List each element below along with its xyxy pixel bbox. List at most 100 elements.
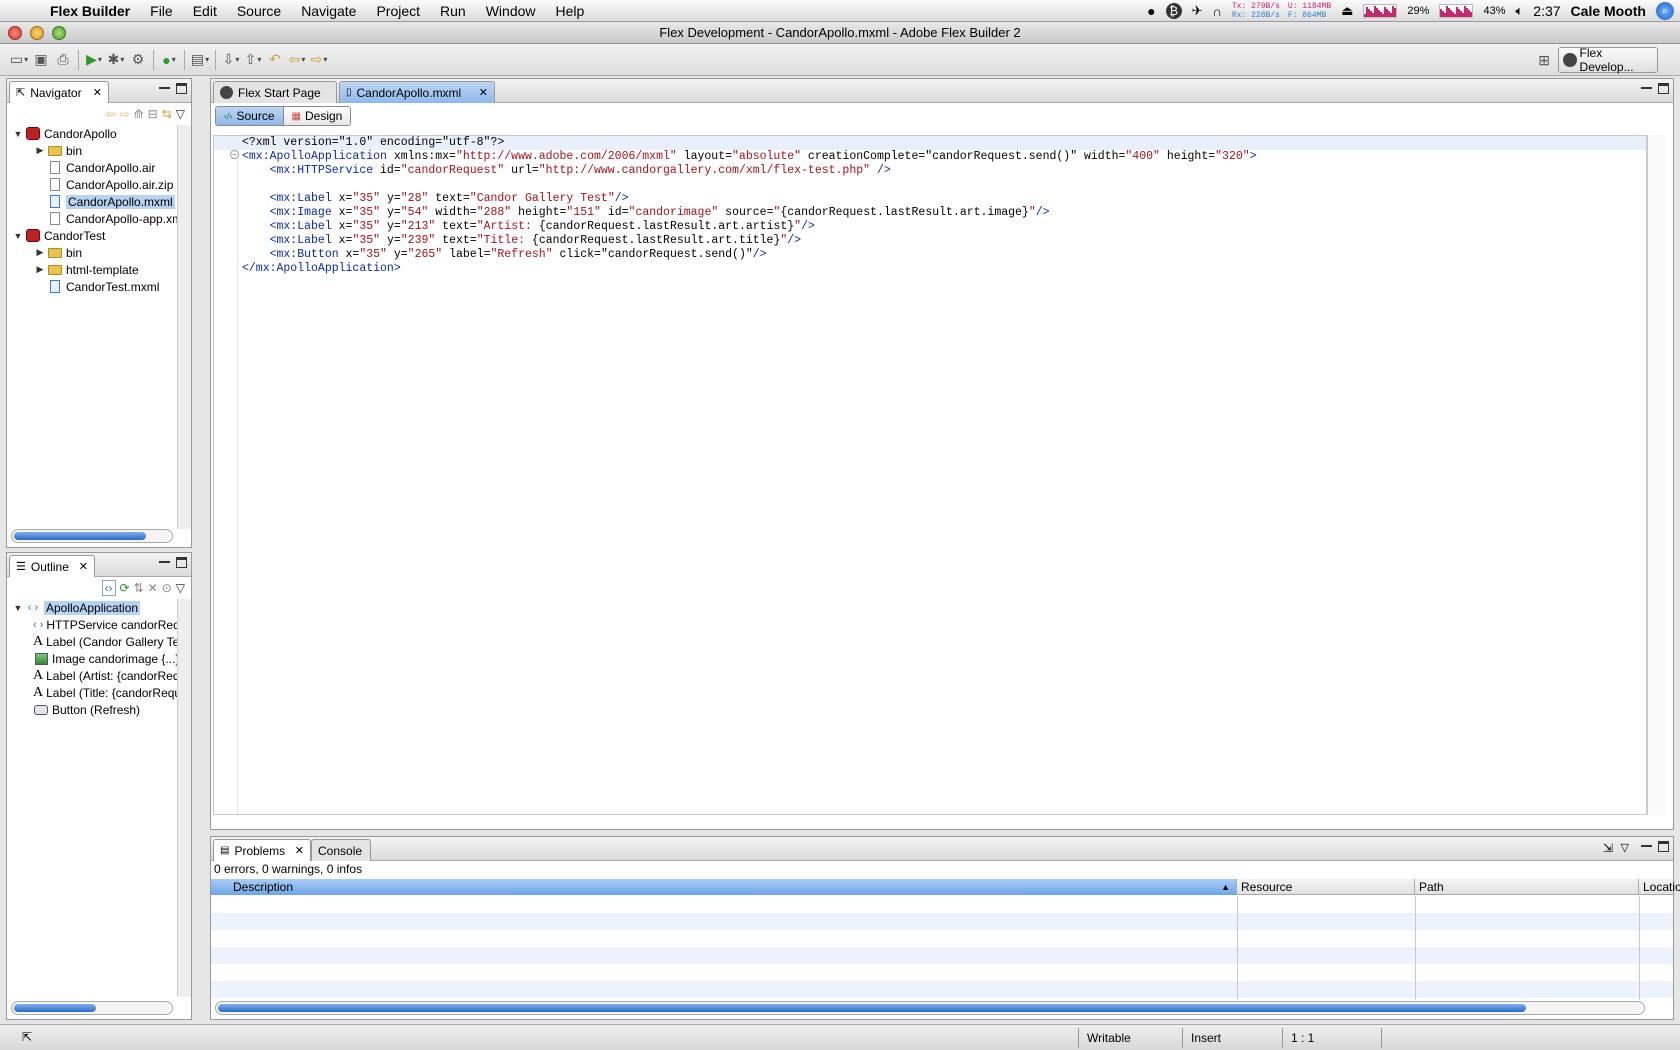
zoom-window-button[interactable]	[52, 26, 66, 40]
tab-outline[interactable]: ☰ Outline ✕	[9, 555, 95, 577]
lantern-icon[interactable]: ●	[1147, 3, 1155, 19]
view-menu-icon[interactable]: ▽	[176, 581, 185, 595]
collapse-all-icon[interactable]: ⊟	[148, 107, 158, 121]
sort-icon[interactable]: ⇅	[134, 581, 144, 595]
minimize-icon[interactable]	[1641, 83, 1652, 89]
perspective-switcher[interactable]: Flex Develop...	[1558, 46, 1658, 74]
close-icon[interactable]: ✕	[479, 86, 488, 99]
tree-item[interactable]: CandorApollo.air.zip	[7, 176, 191, 193]
menu-edit[interactable]: Edit	[183, 3, 227, 19]
tab-navigator[interactable]: ⇱ Navigator ✕	[9, 81, 109, 103]
tree-item[interactable]: ▼ CandorTest	[7, 227, 191, 244]
navigator-hscrollbar[interactable]	[11, 529, 173, 543]
column-path[interactable]: Path	[1415, 879, 1639, 895]
next-annotation-icon[interactable]: ⇩	[220, 49, 242, 71]
headphones-icon[interactable]: ∩	[1213, 4, 1222, 19]
menu-run[interactable]: Run	[430, 3, 476, 19]
close-window-button[interactable]	[8, 26, 22, 40]
tree-item[interactable]: ▶ html-template	[7, 261, 191, 278]
last-edit-icon[interactable]: ↶	[264, 49, 286, 71]
battery-percent[interactable]: 43%	[1483, 5, 1505, 17]
expand-toggle-icon[interactable]: ▶	[33, 145, 47, 156]
tree-item[interactable]: CandorApollo.mxml	[7, 193, 191, 210]
back-icon[interactable]: ⇦	[286, 49, 308, 71]
tree-item[interactable]: CandorTest.mxml	[7, 278, 191, 295]
tree-item[interactable]: Image candorimage {...}	[7, 650, 191, 667]
design-mode-button[interactable]: ▦ Design	[282, 107, 351, 125]
tab-flex-start-page[interactable]: Flex Start Page	[213, 81, 337, 103]
minimize-icon[interactable]	[159, 83, 170, 89]
profile-icon[interactable]: ⚙	[127, 49, 149, 71]
menu-project[interactable]: Project	[366, 3, 430, 19]
maximize-icon[interactable]	[1658, 83, 1669, 94]
problems-hscrollbar[interactable]	[215, 1001, 1645, 1015]
column-description[interactable]: Description ▲	[211, 879, 1237, 895]
link-editor-icon[interactable]: ⇆	[162, 107, 172, 121]
tree-item[interactable]: ▼ ‹ › ApolloApplication	[7, 599, 191, 616]
close-icon[interactable]: ✕	[93, 86, 102, 99]
hide-static-icon[interactable]: ⊙	[162, 581, 172, 595]
outline-hscrollbar[interactable]	[11, 1001, 173, 1015]
eject-icon[interactable]: ⏏	[1341, 3, 1353, 19]
tree-item[interactable]: ▶ bin	[7, 142, 191, 159]
show-tags-icon[interactable]: ‹›	[101, 580, 116, 596]
save-icon[interactable]: ▣	[30, 49, 52, 71]
view-menu-icon[interactable]: ▽	[176, 107, 185, 121]
maximize-icon[interactable]	[176, 83, 187, 94]
menu-window[interactable]: Window	[476, 3, 546, 19]
menu-navigate[interactable]: Navigate	[291, 3, 366, 19]
column-resource[interactable]: Resource	[1237, 879, 1415, 895]
fast-view-icon[interactable]: ⇱	[22, 1030, 32, 1044]
expand-toggle-icon[interactable]: ▶	[33, 264, 47, 275]
tree-item[interactable]: ‹ › HTTPService candorRequest	[7, 616, 191, 633]
clock[interactable]: 2:37	[1533, 3, 1560, 19]
filter-icon[interactable]: ⇲	[1603, 841, 1613, 855]
bird-icon[interactable]: ✈	[1192, 3, 1203, 19]
back-icon[interactable]: ⇦	[105, 107, 115, 121]
editor-vscrollbar[interactable]	[1647, 135, 1665, 815]
tree-item[interactable]: A Label (Candor Gallery Test)	[7, 633, 191, 650]
expand-toggle-icon[interactable]: ▼	[11, 129, 25, 139]
tab-candorapollo-mxml[interactable]: ▯ CandorApollo.mxml ✕	[339, 81, 495, 103]
maximize-icon[interactable]	[1658, 841, 1669, 852]
open-perspective-icon[interactable]: ⊞	[1538, 52, 1550, 69]
external-tools-icon[interactable]: ●	[158, 49, 180, 71]
close-icon[interactable]: ✕	[79, 560, 88, 573]
previous-annotation-icon[interactable]: ⇧	[242, 49, 264, 71]
source-mode-button[interactable]: ‹/› Source	[216, 107, 283, 125]
code-editor[interactable]: − <?xml version="1.0" encoding="utf-8"?>…	[213, 135, 1647, 815]
tree-item[interactable]: ▶ bin	[7, 244, 191, 261]
menu-app-name[interactable]: Flex Builder	[40, 3, 140, 19]
open-type-icon[interactable]: ▤	[189, 49, 211, 71]
spotlight-icon[interactable]: ⌕	[1656, 2, 1674, 20]
hide-nonpublic-icon[interactable]: ✕	[148, 581, 158, 595]
menu-source[interactable]: Source	[227, 3, 291, 19]
volume-icon[interactable]: 🔈︎	[1515, 3, 1523, 19]
minimize-icon[interactable]	[1641, 841, 1652, 847]
print-icon[interactable]: ⎙	[52, 49, 74, 71]
up-icon[interactable]: ⟰	[134, 107, 144, 121]
fold-collapse-icon[interactable]: −	[230, 150, 239, 159]
expand-toggle-icon[interactable]: ▼	[11, 231, 25, 241]
view-menu-icon[interactable]: ▽	[1621, 841, 1629, 854]
tree-item[interactable]: ALabel (Title: {candorRequest.lastResult…	[7, 684, 191, 701]
user-name[interactable]: Cale Mooth	[1571, 3, 1646, 19]
forward-icon[interactable]: ⇨	[308, 49, 330, 71]
minimize-icon[interactable]	[159, 557, 170, 563]
maximize-icon[interactable]	[176, 557, 187, 568]
tree-item[interactable]: CandorApollo.air	[7, 159, 191, 176]
navigator-vscrollbar[interactable]	[177, 125, 191, 529]
menu-help[interactable]: Help	[546, 3, 595, 19]
outline-vscrollbar[interactable]	[177, 599, 191, 997]
tab-problems[interactable]: ▤ Problems ✕	[213, 839, 311, 861]
refresh-icon[interactable]: ⟳	[120, 581, 130, 595]
tree-item[interactable]: ALabel (Artist: {candorRequest.lastResul…	[7, 667, 191, 684]
minimize-window-button[interactable]	[30, 26, 44, 40]
network-monitor[interactable]: Tx: 279B/s Rx: 228B/s U: 1184MB F: 864MB	[1232, 2, 1331, 20]
new-icon[interactable]: ▭	[8, 49, 30, 71]
tree-item[interactable]: ▼ CandorApollo	[7, 125, 191, 142]
forward-icon[interactable]: ⇨	[120, 107, 130, 121]
bitcoin-icon[interactable]: ₿	[1165, 3, 1182, 19]
close-icon[interactable]: ✕	[295, 844, 304, 857]
tab-console[interactable]: Console	[311, 839, 371, 861]
